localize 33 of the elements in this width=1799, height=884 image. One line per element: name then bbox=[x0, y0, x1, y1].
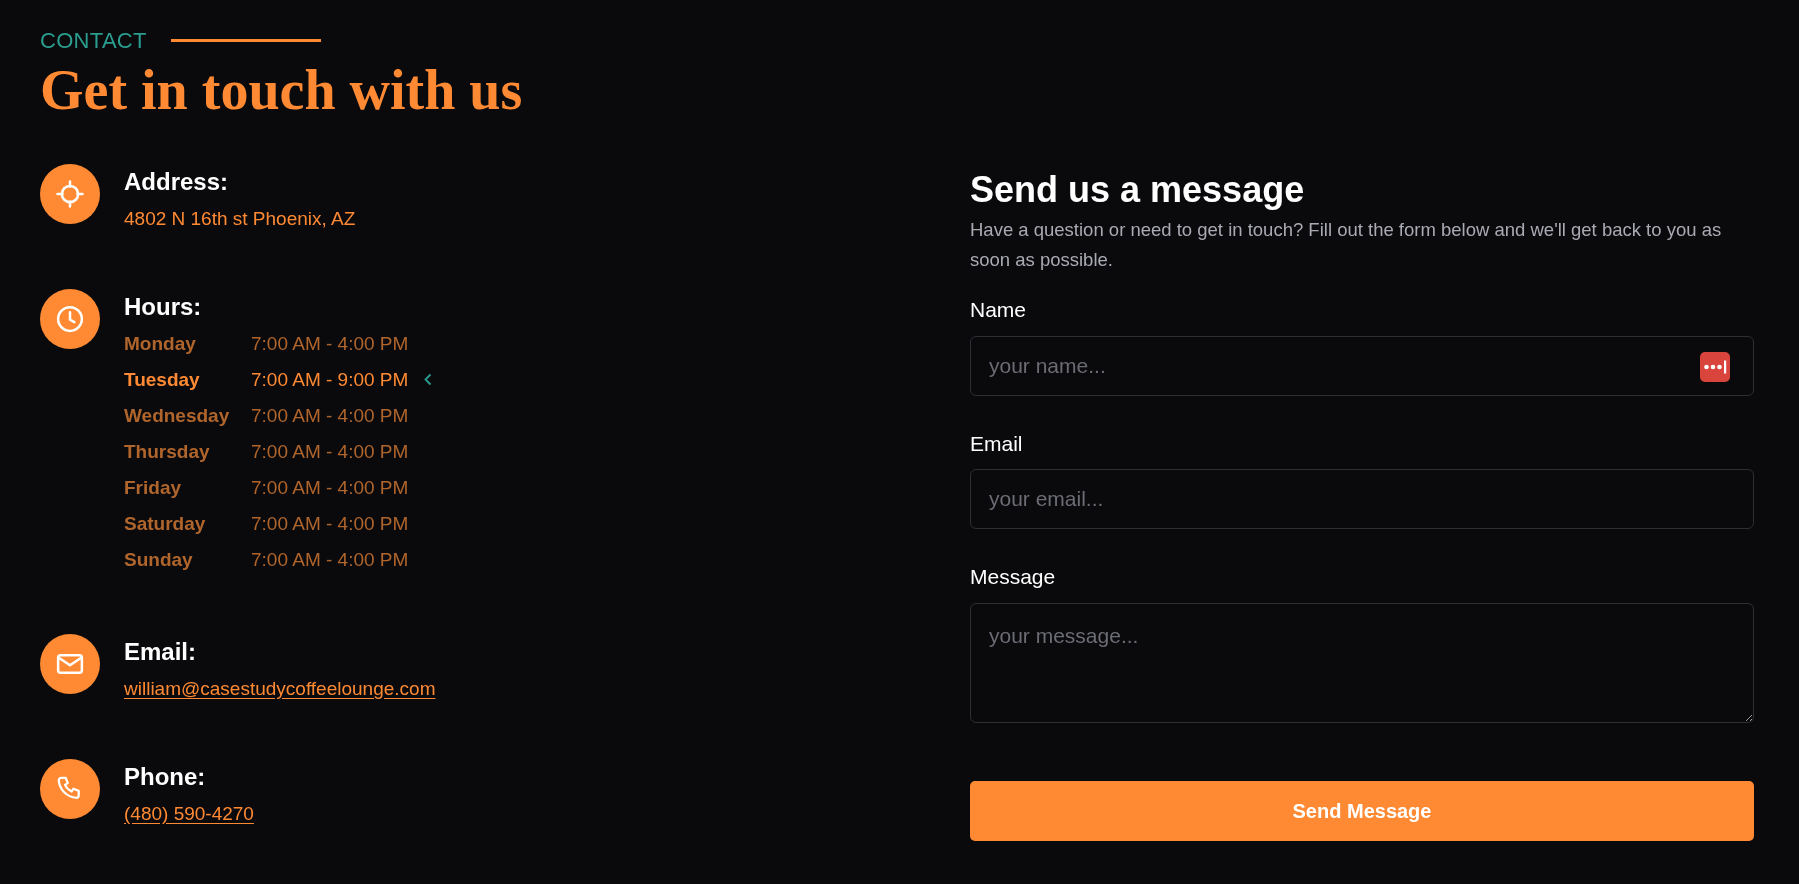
day-name: Thursday bbox=[124, 439, 211, 464]
day-name: Saturday bbox=[124, 511, 207, 536]
form-description: Have a question or need to get in touch? Fill out the form below and we'll get back to you as soon as possible. bbox=[970, 218, 1723, 272]
form-title: Send us a message bbox=[970, 167, 1306, 211]
day-name: Wednesday bbox=[124, 403, 231, 428]
input-field[interactable]: your name... bbox=[970, 335, 1754, 396]
current-day-chevron-icon bbox=[424, 373, 433, 387]
input-field[interactable]: your email... bbox=[970, 469, 1754, 530]
hours-time: 7:00 AM - 4:00 PM bbox=[251, 511, 409, 536]
hours-time: 7:00 AM - 4:00 PM bbox=[251, 439, 409, 464]
field-label: Email bbox=[970, 430, 1024, 457]
phone-link[interactable]: (480) 590-4270 bbox=[124, 800, 254, 829]
password-manager-icon[interactable] bbox=[1700, 351, 1730, 382]
day-name: Friday bbox=[124, 475, 183, 500]
section-label: CONTACT bbox=[40, 27, 147, 55]
hours-time: 7:00 AM - 4:00 PM bbox=[251, 475, 409, 500]
address-text: 4802 N 16th st Phoenix, AZ bbox=[124, 206, 356, 231]
contact-title: Phone: bbox=[124, 763, 207, 792]
day-name: Tuesday bbox=[124, 367, 201, 392]
field-label: Message bbox=[970, 564, 1057, 591]
message-field[interactable]: your message... bbox=[970, 602, 1754, 723]
day-name: Monday bbox=[124, 331, 197, 356]
page-heading: Get in touch with us bbox=[40, 61, 524, 120]
email-link[interactable]: william@casestudycoffeelounge.com bbox=[124, 674, 436, 704]
day-name: Sunday bbox=[124, 547, 194, 572]
contact-title: Hours: bbox=[124, 293, 203, 322]
hours-time: 7:00 AM - 9:00 PM bbox=[251, 367, 409, 392]
contact-title: Address: bbox=[124, 167, 230, 197]
hours-time: 7:00 AM - 4:00 PM bbox=[251, 331, 409, 356]
hours-time: 7:00 AM - 4:00 PM bbox=[251, 547, 409, 572]
hours-time: 7:00 AM - 4:00 PM bbox=[251, 403, 409, 428]
contact-title: Email: bbox=[124, 637, 198, 667]
field-label: Name bbox=[970, 297, 1028, 324]
